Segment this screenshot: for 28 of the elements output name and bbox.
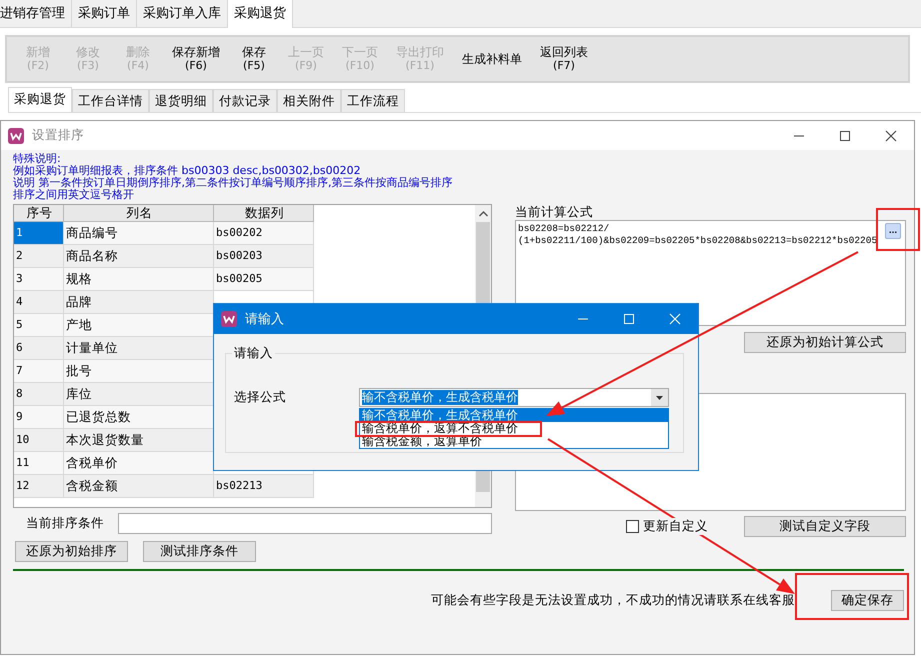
table-cell: 商品编号 — [64, 222, 214, 245]
table-cell: 计量单位 — [64, 337, 214, 360]
note-text: 例如采购订单明细报表，排序条件 bs00303 desc,bs00302,bs00202 — [13, 165, 362, 177]
table-cell: 商品名称 — [64, 245, 214, 268]
table-cell: 库位 — [64, 383, 214, 406]
table-cell: 品牌 — [64, 291, 214, 314]
table-cell: 含税单价 — [64, 452, 214, 475]
field-label: 选择公式 — [234, 389, 287, 406]
table-cell: 已退货总数 — [64, 406, 214, 429]
table-cell: 规格 — [64, 268, 214, 291]
note-text: 特殊说明: — [13, 153, 62, 165]
table-cell: 含税金额 — [64, 475, 214, 498]
table-cell: 产地 — [64, 314, 214, 337]
table-cell: bs00202 — [214, 222, 314, 245]
table-cell: bs02213 — [214, 475, 314, 498]
table-cell: 批号 — [64, 360, 214, 383]
dialog-title: 设置排序 — [32, 127, 84, 144]
field-label: 当前计算公式 — [515, 205, 594, 219]
dialog-title: 请输入 — [245, 311, 284, 328]
group-label: 请输入 — [233, 345, 274, 362]
field-label: 当前排序条件 — [25, 515, 105, 532]
note-text: 说明 第一条件按订单日期倒序排序,第二条件按订单编号顺序排序,第三条件按商品编号排序 — [13, 177, 454, 189]
table-cell: bs00203 — [214, 245, 314, 268]
note-text: 可能会有些字段是无法设置成功，不成功的情况请联系在线客服 — [431, 592, 795, 609]
table-cell: 本次退货数量 — [64, 429, 214, 452]
note-text: 排序之间用英文逗号格开 — [13, 189, 135, 201]
table-cell: bs00205 — [214, 268, 314, 291]
checkbox-label: 更新自定义 — [643, 518, 708, 535]
